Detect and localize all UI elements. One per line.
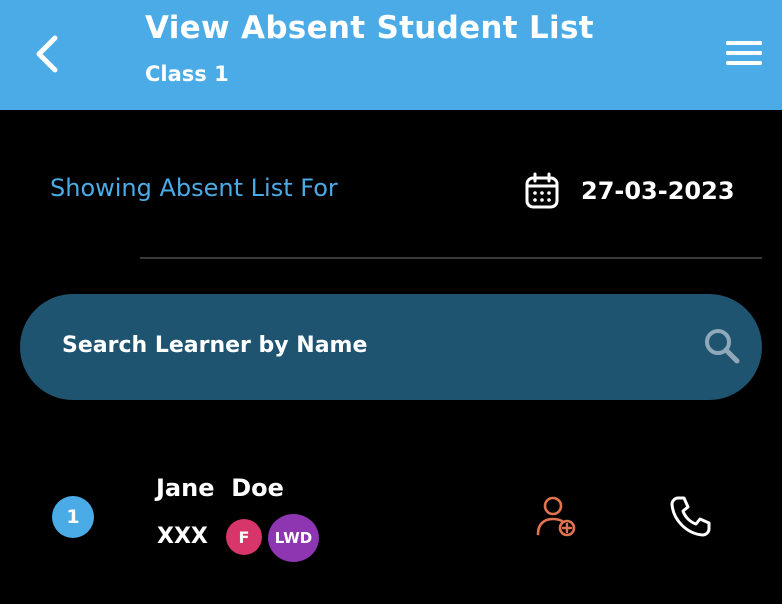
- calendar-icon: [525, 172, 559, 209]
- menu-button[interactable]: [722, 35, 766, 71]
- selected-date: 27-03-2023: [581, 177, 735, 205]
- student-name: Jane Doe: [156, 474, 284, 502]
- showing-absent-label: Showing Absent List For: [50, 174, 338, 202]
- lwd-badge: LWD: [268, 514, 319, 562]
- divider: [140, 257, 762, 259]
- chevron-left-icon: [36, 35, 58, 73]
- app-header: View Absent Student List Class 1: [0, 0, 782, 110]
- page-title: View Absent Student List: [145, 10, 594, 46]
- gender-badge: F: [226, 519, 262, 555]
- hamburger-menu-icon: [726, 41, 762, 65]
- back-button[interactable]: [26, 30, 70, 78]
- date-picker[interactable]: 27-03-2023: [524, 171, 735, 211]
- phone-icon: [670, 496, 711, 537]
- add-learner-button[interactable]: [534, 494, 580, 540]
- user-add-icon: [536, 496, 576, 537]
- student-row: 1 Jane Doe XXX F LWD: [0, 460, 782, 580]
- student-code: XXX: [157, 524, 208, 549]
- call-button[interactable]: [668, 494, 714, 540]
- search-bar: [20, 294, 762, 400]
- page-subtitle: Class 1: [145, 62, 229, 86]
- search-input[interactable]: [60, 322, 664, 368]
- row-index: 1: [52, 496, 94, 538]
- search-icon[interactable]: [702, 326, 742, 366]
